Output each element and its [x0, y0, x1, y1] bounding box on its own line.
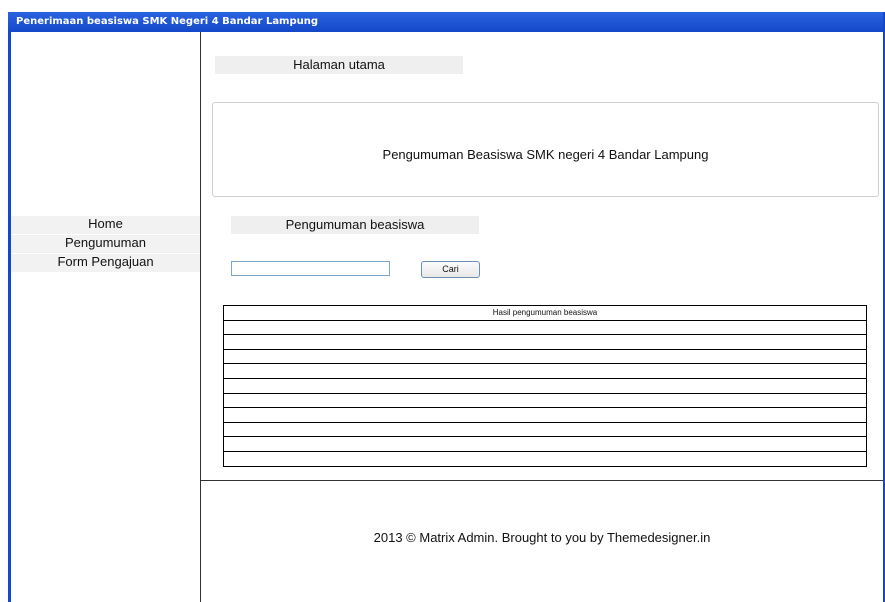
announcement-text: Pengumuman Beasiswa SMK negeri 4 Bandar … — [382, 147, 709, 162]
results-table: Hasil pengumuman beasiswa — [223, 305, 867, 467]
table-row — [223, 334, 867, 350]
sidebar-item-home[interactable]: Home — [11, 216, 200, 235]
sidebar-item-pengumuman[interactable]: Pengumuman — [11, 235, 200, 254]
window-left-border — [8, 32, 11, 602]
window-title-bar: Penerimaan beasiswa SMK Negeri 4 Bandar … — [8, 12, 885, 32]
table-row — [223, 348, 867, 365]
table-row — [223, 421, 867, 438]
sidebar-menu: Home Pengumuman Form Pengajuan — [11, 216, 200, 273]
table-row — [223, 407, 867, 423]
footer-text: 2013 © Matrix Admin. Brought to you by T… — [373, 530, 711, 545]
footer-divider — [201, 480, 883, 481]
page-title-tab: Halaman utama — [215, 56, 463, 74]
table-row — [223, 450, 867, 467]
window-title: Penerimaan beasiswa SMK Negeri 4 Bandar … — [16, 16, 319, 27]
announcement-panel: Pengumuman Beasiswa SMK negeri 4 Bandar … — [212, 102, 879, 197]
table-row — [223, 319, 867, 336]
table-row — [223, 363, 867, 379]
table-row — [223, 392, 867, 409]
table-row — [223, 377, 867, 394]
search-button[interactable]: Cari — [421, 261, 480, 278]
results-table-header: Hasil pengumuman beasiswa — [223, 305, 867, 321]
table-row — [223, 436, 867, 452]
sidebar-item-form-pengajuan[interactable]: Form Pengajuan — [11, 254, 200, 273]
sidebar-divider — [200, 32, 201, 602]
search-input[interactable] — [231, 261, 390, 276]
section-title-tab: Pengumuman beasiswa — [231, 216, 479, 234]
